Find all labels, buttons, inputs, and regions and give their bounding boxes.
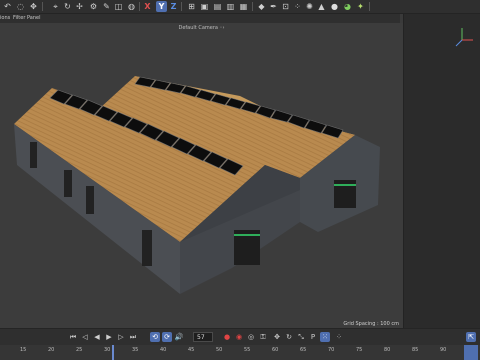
menu-filter[interactable]: Filter <box>13 14 25 23</box>
transform-icon[interactable]: ✢ <box>74 1 85 12</box>
render-picture-viewer-icon[interactable]: ▤ <box>212 1 223 12</box>
live-selection-icon[interactable]: ◌ <box>15 1 26 12</box>
view-icon[interactable]: ◫ <box>113 1 124 12</box>
world-icon[interactable]: ◍ <box>126 1 137 12</box>
light-icon[interactable]: ✦ <box>355 1 366 12</box>
render-view-icon[interactable]: ▣ <box>199 1 210 12</box>
floor-icon[interactable]: ▲ <box>316 1 327 12</box>
y-axis-lock-button[interactable]: Y <box>156 1 167 12</box>
timeline-tick: 80 <box>384 347 391 353</box>
cinema4d-window: ↶ ◌ ✥ ⌖ ↻ ✢ ⚙ ✎ ◫ ◍ X Y Z ⊞ ▣ ▤ ▥ ▦ ◆ ✒ … <box>0 0 480 360</box>
pen-icon[interactable]: ✒ <box>268 1 279 12</box>
timeline-ruler[interactable]: 15 20 25 30 35 40 45 50 55 60 65 70 75 8… <box>0 345 480 360</box>
sound-icon[interactable]: 🔊 <box>174 332 184 342</box>
main-toolbar: ↶ ◌ ✥ ⌖ ↻ ✢ ⚙ ✎ ◫ ◍ X Y Z ⊞ ▣ ▤ ▥ ▦ ◆ ✒ … <box>0 0 480 14</box>
play-icon[interactable]: ▶ <box>104 332 114 342</box>
next-frame-icon[interactable]: ▷ <box>116 332 126 342</box>
go-to-end-icon[interactable]: ⏭ <box>128 332 138 342</box>
pla-key-icon[interactable]: ⁙ <box>320 332 330 342</box>
undo-icon[interactable]: ↶ <box>2 1 13 12</box>
deformer-icon[interactable]: ✺ <box>304 1 315 12</box>
timeline-tick: 20 <box>48 347 55 353</box>
timeline-tick: 45 <box>188 347 195 353</box>
timeline-tick: 85 <box>412 347 419 353</box>
camera-label[interactable]: Default Camera ◦› <box>0 25 403 31</box>
previous-key-icon[interactable]: ◁ <box>80 332 90 342</box>
brush-icon[interactable]: ✎ <box>101 1 112 12</box>
timeline-tick: 15 <box>20 347 27 353</box>
warehouse-model <box>14 76 380 294</box>
right-panel <box>403 14 480 328</box>
settings-icon[interactable]: ⚙ <box>88 1 99 12</box>
rotate-icon[interactable]: ↻ <box>62 1 73 12</box>
timeline-tick: 25 <box>76 347 83 353</box>
rotation-key-icon[interactable]: ↻ <box>284 332 294 342</box>
edit-render-icon[interactable]: ▦ <box>238 1 249 12</box>
timeline-tick: 90 <box>440 347 447 353</box>
axis-gizmo-icon <box>455 28 473 47</box>
side-door <box>30 142 37 168</box>
timeline-end-marker[interactable] <box>464 345 478 360</box>
bounce-icon[interactable]: ⟳ <box>162 332 172 342</box>
playback-controls: ⏮ ◁ ◀ ▶ ▷ ⏭ ⟲ ⟳ 🔊 57 ● ◉ ◎ ⚿ ✥ ↻ ⤡ P ⁙ ⁘… <box>0 328 480 346</box>
parameter-key-icon[interactable]: P <box>308 332 318 342</box>
go-to-start-icon[interactable]: ⏮ <box>68 332 78 342</box>
timeline-options-icon[interactable]: ⁘ <box>334 332 344 342</box>
timeline-tick: 70 <box>328 347 335 353</box>
loop-icon[interactable]: ⟲ <box>150 332 160 342</box>
timeline-tick: 35 <box>132 347 139 353</box>
side-door <box>86 186 94 214</box>
x-axis-lock-button[interactable]: X <box>142 1 153 12</box>
scale-key-icon[interactable]: ⤡ <box>296 332 306 342</box>
menu-options[interactable]: ions <box>0 14 10 23</box>
timeline-tick: 75 <box>356 347 363 353</box>
coordinate-system-icon[interactable]: ⊞ <box>186 1 197 12</box>
expand-icon[interactable]: ⇱ <box>466 332 476 342</box>
key-icon[interactable]: ⚿ <box>258 332 268 342</box>
timeline-tick: 60 <box>272 347 279 353</box>
timeline-tick: 65 <box>300 347 307 353</box>
playhead[interactable] <box>112 345 114 360</box>
timeline-tick: 50 <box>216 347 223 353</box>
subdivision-icon[interactable]: ⊡ <box>280 1 291 12</box>
scene-icon[interactable]: ◕ <box>342 1 353 12</box>
menu-panel[interactable]: Panel <box>27 14 41 23</box>
timeline-tick: 30 <box>104 347 111 353</box>
scale-icon[interactable]: ⌖ <box>50 1 61 12</box>
keyframe-selection-icon[interactable]: ◎ <box>246 332 256 342</box>
z-axis-lock-button[interactable]: Z <box>168 1 179 12</box>
current-frame-field[interactable]: 57 <box>193 332 213 342</box>
grid-spacing-label: Grid Spacing : 100 cm <box>343 321 399 327</box>
previous-frame-icon[interactable]: ◀ <box>92 332 102 342</box>
position-key-icon[interactable]: ✥ <box>272 332 282 342</box>
render-settings-icon[interactable]: ▥ <box>225 1 236 12</box>
cube-icon[interactable]: ◆ <box>256 1 267 12</box>
timeline-tick: 40 <box>160 347 167 353</box>
3d-viewport[interactable]: Default Camera ◦› Grid Spacing : 100 cm <box>0 23 403 328</box>
record-keys-icon[interactable]: ● <box>222 332 232 342</box>
camera-icon[interactable]: ● <box>329 1 340 12</box>
viewport-menu-bar: ions Filter Panel <box>0 14 400 23</box>
autokey-icon[interactable]: ◉ <box>234 332 244 342</box>
move-icon[interactable]: ✥ <box>28 1 39 12</box>
timeline-tick: 55 <box>244 347 251 353</box>
side-door <box>142 230 152 266</box>
side-door <box>64 170 72 197</box>
array-icon[interactable]: ⁘ <box>292 1 303 12</box>
